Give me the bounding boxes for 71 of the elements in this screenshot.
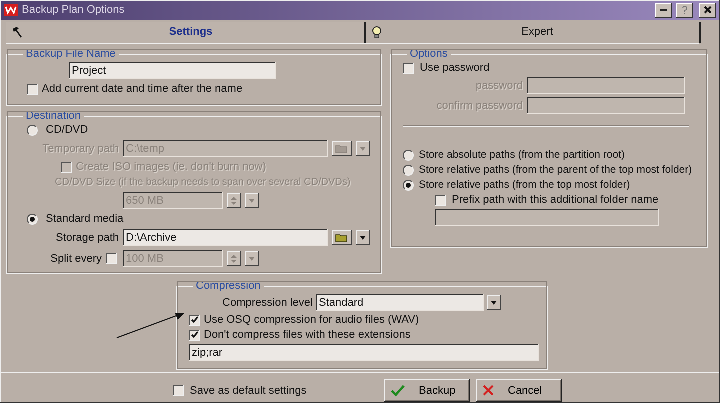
checkbox[interactable] xyxy=(27,84,38,94)
checkmark-icon xyxy=(391,384,405,396)
minimize-icon xyxy=(660,9,667,12)
spin-button[interactable] xyxy=(227,193,241,208)
dropdown-button[interactable] xyxy=(356,230,370,245)
confirm-password-field[interactable] xyxy=(527,97,685,114)
help-icon xyxy=(682,6,688,15)
minimize-button[interactable] xyxy=(655,2,672,18)
name-field[interactable]: Project xyxy=(69,62,276,79)
checkbox-label: Use OSQ compression for audio files (WAV) xyxy=(204,314,420,326)
compression-level-field[interactable]: Standard xyxy=(316,294,484,311)
checkbox-label: Use password xyxy=(420,62,490,74)
app-logo-icon xyxy=(4,4,18,16)
radio-label: Store absolute paths (from the partition root) xyxy=(419,149,626,161)
storage-path-field[interactable]: D:\Archive xyxy=(123,229,328,246)
folder-icon xyxy=(335,232,349,242)
dropdown-button[interactable] xyxy=(245,251,259,266)
folder-icon xyxy=(335,144,349,154)
checkbox[interactable] xyxy=(61,162,72,172)
caret-icon xyxy=(249,256,255,260)
radio-button[interactable] xyxy=(403,150,414,160)
pointer-arrow xyxy=(117,312,185,339)
dropdown-button[interactable] xyxy=(245,193,259,208)
caret-icon xyxy=(360,236,366,240)
radio-button[interactable] xyxy=(403,180,414,190)
checkbox[interactable] xyxy=(435,194,446,206)
checkbox-label: Don't compress files with these extensions xyxy=(204,329,411,341)
radio-button[interactable] xyxy=(403,164,414,176)
spin-arrows-icon xyxy=(231,254,237,264)
field-label: Split every xyxy=(50,252,102,264)
caret-icon xyxy=(491,300,497,304)
radio-button[interactable] xyxy=(27,214,38,224)
radio-label: CD/DVD xyxy=(46,124,88,136)
folder-button[interactable] xyxy=(332,230,352,245)
extensions-field[interactable]: zip;rar xyxy=(189,344,539,361)
group-title: Compression xyxy=(195,281,262,292)
dropdown-button[interactable] xyxy=(356,141,370,156)
radio-button[interactable] xyxy=(27,124,38,136)
radio-label: Store relative paths (from the top most folder) xyxy=(419,179,630,191)
spin-button[interactable] xyxy=(227,251,241,266)
close-icon xyxy=(704,6,712,14)
checkbox[interactable] xyxy=(189,314,200,326)
caret-icon xyxy=(249,198,255,202)
checkbox-label: Save as default settings xyxy=(190,384,308,396)
backup-button[interactable]: Backup xyxy=(384,379,470,402)
password-field[interactable] xyxy=(527,77,685,94)
checkbox[interactable] xyxy=(106,253,117,264)
caret-icon xyxy=(360,146,366,150)
field-label: Compression level xyxy=(222,296,313,308)
window-title: Backup Plan Options xyxy=(22,4,126,16)
close-icon xyxy=(483,385,494,396)
dropdown-button[interactable] xyxy=(487,295,501,310)
cancel-button[interactable]: Cancel xyxy=(476,379,562,402)
lightbulb-icon xyxy=(372,26,382,39)
group-title: Destination xyxy=(25,111,82,122)
group-title: Options xyxy=(409,49,449,60)
help-button[interactable] xyxy=(676,2,693,18)
prefix-field[interactable] xyxy=(435,209,659,226)
checkbox[interactable] xyxy=(403,62,414,74)
checkbox-label: Add current date and time after the name xyxy=(42,83,243,95)
hammer-icon xyxy=(12,26,24,38)
checkbox-label: Prefix path with this additional folder name xyxy=(452,194,659,206)
close-button[interactable] xyxy=(699,2,716,18)
radio-label: Store relative paths (from the parent of the top most folder) xyxy=(419,164,692,176)
radio-label: Standard media xyxy=(46,213,124,225)
folder-button[interactable] xyxy=(332,141,352,156)
checkbox[interactable] xyxy=(189,330,200,340)
checkbox[interactable] xyxy=(173,385,184,396)
tab[interactable]: Settings xyxy=(6,22,366,43)
spin-arrows-icon xyxy=(231,196,237,206)
field-label: Storage path xyxy=(55,232,119,244)
